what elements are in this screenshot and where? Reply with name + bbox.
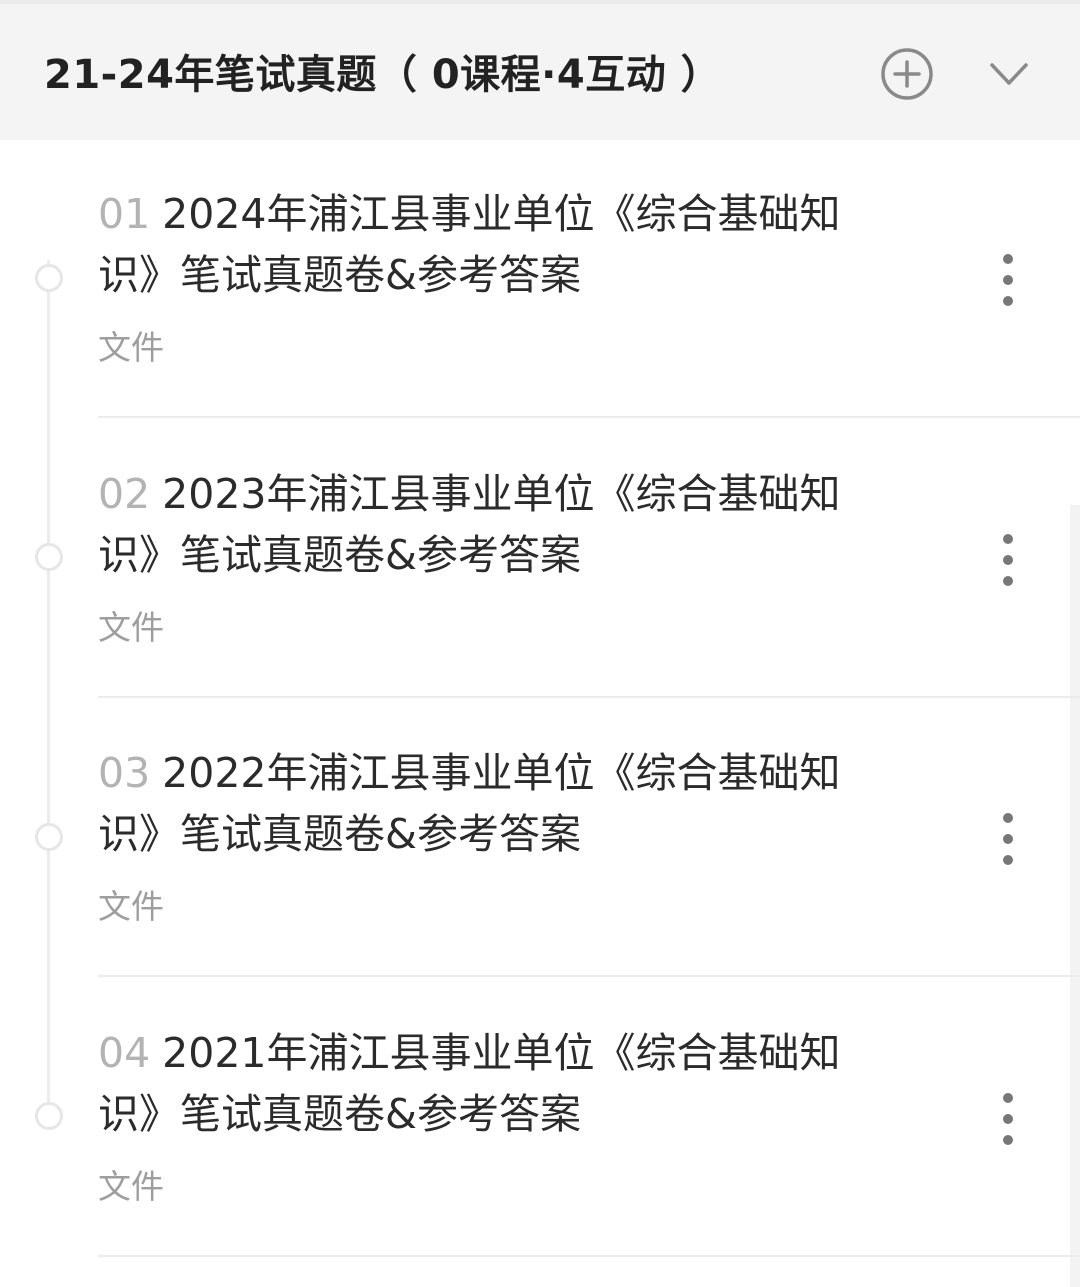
timeline-node <box>35 823 63 851</box>
section-header[interactable]: 21-24年笔试真题（ 0课程·4互动 ） <box>0 0 1080 140</box>
item-type-label: 文件 <box>98 328 164 367</box>
list-item[interactable]: 03 2022年浦江县事业单位《综合基础知识》笔试真题卷&参考答案 文件 <box>98 697 1080 977</box>
item-title-text: 2022年浦江县事业单位《综合基础知识》笔试真题卷&参考答案 <box>98 749 841 858</box>
more-options-button[interactable] <box>988 528 1028 592</box>
item-number: 03 <box>98 749 151 797</box>
item-title: 03 2022年浦江县事业单位《综合基础知识》笔试真题卷&参考答案 <box>98 743 888 865</box>
more-options-button[interactable] <box>988 807 1028 871</box>
item-title-text: 2023年浦江县事业单位《综合基础知识》笔试真题卷&参考答案 <box>98 470 841 579</box>
item-type-label: 文件 <box>98 887 164 926</box>
list-item[interactable]: 02 2023年浦江县事业单位《综合基础知识》笔试真题卷&参考答案 文件 <box>98 418 1080 698</box>
timeline-node <box>35 264 63 292</box>
timeline-line <box>47 260 50 1120</box>
plus-circle-icon <box>881 48 933 100</box>
item-type-label: 文件 <box>98 1167 164 1206</box>
item-title-text: 2021年浦江县事业单位《综合基础知识》笔试真题卷&参考答案 <box>98 1029 841 1138</box>
item-title: 01 2024年浦江县事业单位《综合基础知识》笔试真题卷&参考答案 <box>98 184 888 306</box>
timeline-node <box>35 543 63 571</box>
list-item[interactable]: 04 2021年浦江县事业单位《综合基础知识》笔试真题卷&参考答案 文件 <box>98 977 1080 1257</box>
collapse-button[interactable] <box>984 52 1034 98</box>
section-title: 21-24年笔试真题（ 0课程·4互动 ） <box>44 52 722 98</box>
more-options-button[interactable] <box>988 1087 1028 1151</box>
item-title-text: 2024年浦江县事业单位《综合基础知识》笔试真题卷&参考答案 <box>98 190 841 299</box>
chevron-down-icon <box>990 63 1028 85</box>
item-number: 04 <box>98 1029 151 1077</box>
item-number: 02 <box>98 470 151 518</box>
more-options-button[interactable] <box>988 248 1028 312</box>
add-button[interactable] <box>880 47 934 101</box>
item-title: 04 2021年浦江县事业单位《综合基础知识》笔试真题卷&参考答案 <box>98 1023 888 1145</box>
course-chapter-page: 21-24年笔试真题（ 0课程·4互动 ） 01 2024年浦江县事业单位《综合基… <box>0 0 1080 1287</box>
timeline-node <box>35 1102 63 1130</box>
item-type-label: 文件 <box>98 608 164 647</box>
item-number: 01 <box>98 190 151 238</box>
item-title: 02 2023年浦江县事业单位《综合基础知识》笔试真题卷&参考答案 <box>98 464 888 586</box>
list-item[interactable]: 01 2024年浦江县事业单位《综合基础知识》笔试真题卷&参考答案 文件 <box>98 138 1080 418</box>
